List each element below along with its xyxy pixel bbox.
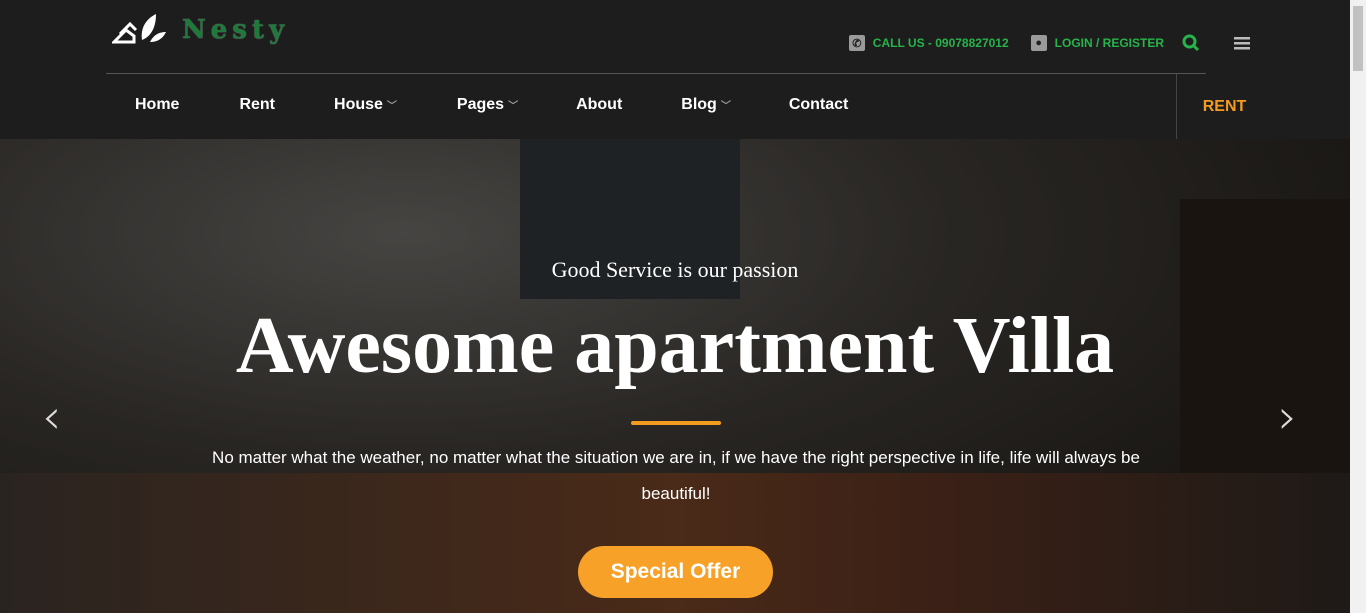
nav-pages-label: Pages	[456, 96, 505, 113]
logo[interactable]: Nesty	[112, 12, 289, 48]
hero-slider: Good Service is our passion Awesome apar…	[0, 139, 1350, 613]
contact-book-icon: ●	[1030, 35, 1047, 51]
chevron-down-icon: ﹀	[720, 101, 731, 112]
nav-house[interactable]: House ﹀	[334, 96, 397, 114]
hero-title: Awesome apartment Villa	[235, 302, 1115, 390]
nav-pages[interactable]: Pages ﹀	[457, 96, 518, 114]
chevron-down-icon: ﹀	[508, 101, 519, 112]
login-register-link[interactable]: LOGIN / REGISTER	[1055, 36, 1164, 50]
call-us-link[interactable]: CALL US - 09078827012	[873, 36, 1009, 50]
hero-description: No matter what the weather, no matter wh…	[212, 448, 1140, 503]
site-header: Nesty ✆ CALL US - 09078827012 ● LOGIN / …	[0, 0, 1350, 139]
nav-home[interactable]: Home	[135, 96, 179, 114]
hero-subtitle: Good Service is our passion	[551, 257, 799, 282]
search-icon[interactable]	[1182, 34, 1200, 52]
scrollbar-thumb[interactable]	[1353, 6, 1363, 71]
phone-icon: ✆	[848, 35, 865, 51]
header-divider	[106, 73, 1206, 74]
chevron-down-icon: ﹀	[386, 101, 397, 112]
top-bar: ✆ CALL US - 09078827012 ● LOGIN / REGIST…	[848, 34, 1250, 52]
chevron-left-icon[interactable]: ‹	[42, 389, 61, 445]
brand-name: Nesty	[182, 15, 290, 45]
scrollbar[interactable]	[1350, 0, 1366, 613]
nav-blog-label: Blog	[681, 96, 717, 113]
nav-contact[interactable]: Contact	[789, 96, 849, 114]
title-underline	[631, 421, 721, 425]
rent-button[interactable]: RENT	[1176, 74, 1256, 139]
main-nav: Home Rent House ﹀ Pages ﹀ About Blog ﹀ Cont…	[135, 96, 848, 114]
menu-icon[interactable]	[1234, 36, 1250, 50]
house-leaf-logo-icon	[112, 14, 166, 44]
nav-about[interactable]: About	[576, 96, 622, 114]
nav-blog[interactable]: Blog ﹀	[681, 96, 731, 114]
chevron-right-icon[interactable]: ›	[1278, 389, 1297, 445]
nav-rent[interactable]: Rent	[239, 96, 275, 114]
nav-house-label: House	[334, 96, 383, 113]
special-offer-button[interactable]: Special Offer	[578, 546, 773, 598]
